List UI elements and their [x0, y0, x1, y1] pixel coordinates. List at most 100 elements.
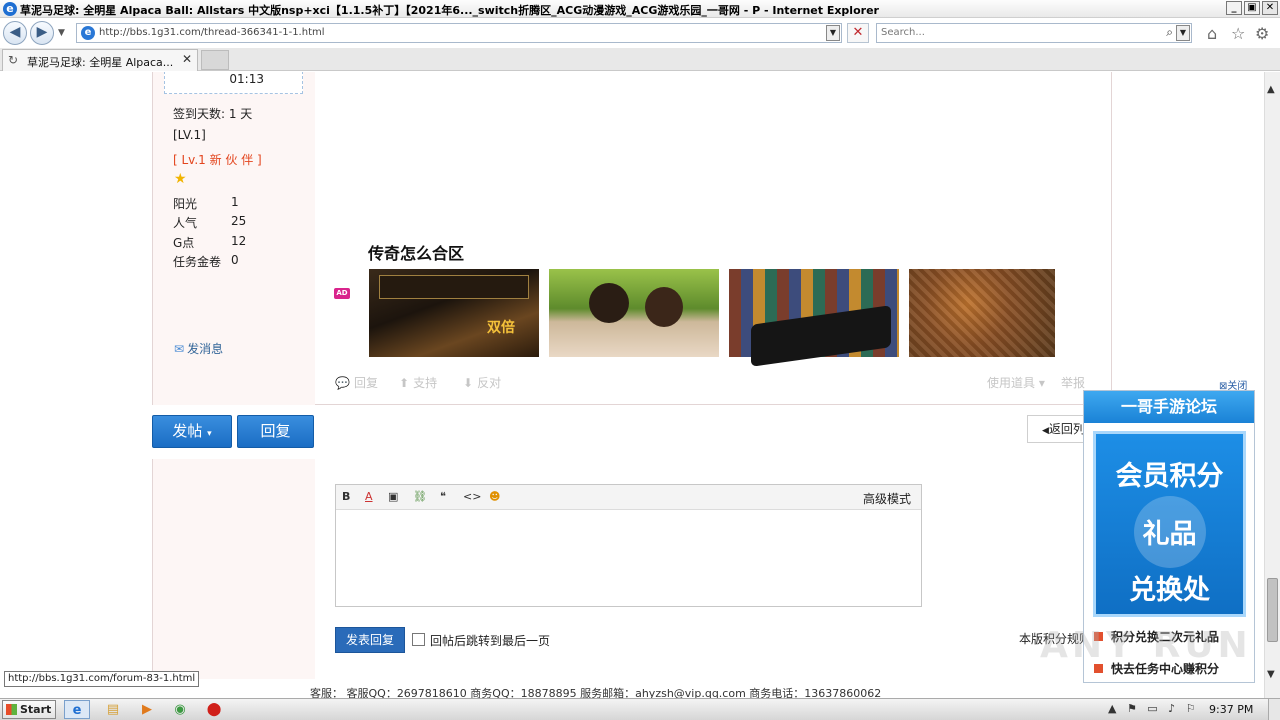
windows-taskbar: Start e ▤ ▶ ◉ ⬤ ▲ ⚑ ▭ ♪ ⚐ 9:37 PM — [0, 698, 1280, 720]
tab-label[interactable]: 草泥马足球: 全明星 Alpaca... — [27, 54, 173, 70]
reply-left-pane — [153, 459, 315, 679]
forward-button[interactable]: ▶ — [30, 21, 54, 45]
envelope-icon: ✉ — [174, 342, 185, 356]
float-ad-line1: 会员积分 — [1115, 461, 1224, 492]
float-ad-header[interactable]: 一哥手游论坛 — [1084, 391, 1254, 423]
jump-last-page-checkbox[interactable] — [412, 633, 425, 646]
stat-label-sunshine: 阳光 — [173, 197, 198, 211]
ad-title[interactable]: 传奇怎么合区 — [368, 240, 464, 264]
address-dropdown-icon[interactable]: ▼ — [826, 25, 840, 41]
ad-image-phone-apps[interactable] — [729, 269, 899, 367]
tab-current[interactable]: ↻ 草泥马足球: 全明星 Alpaca... ✕ — [2, 49, 198, 71]
stat-label-gpoints: G点 — [173, 236, 195, 250]
taskbar-opera-icon[interactable]: ⬤ — [201, 700, 227, 719]
user-info-pane: 01:13 签到天数: 1 天 [LV.1] [ Lv.1 新 伙 伴 ] ★ … — [153, 72, 315, 405]
quote-icon[interactable]: ❝ — [440, 490, 446, 503]
user-rank[interactable]: [ Lv.1 新 伙 伴 ] — [173, 151, 262, 168]
thumbs-up-icon: ⬆ — [399, 376, 410, 390]
taskbar-clock[interactable]: 9:37 PM — [1209, 703, 1253, 716]
page-viewport: 01:13 签到天数: 1 天 [LV.1] [ Lv.1 新 伙 伴 ] ★ … — [0, 72, 1264, 698]
show-desktop-button[interactable] — [1268, 699, 1280, 720]
ad-person-2 — [645, 287, 683, 327]
ad-battle-texture — [909, 269, 1055, 357]
history-dropdown-icon[interactable]: ▼ — [58, 28, 65, 38]
send-message-label[interactable]: 发消息 — [187, 342, 223, 356]
post-container: 01:13 签到天数: 1 天 [LV.1] [ Lv.1 新 伙 伴 ] ★ … — [152, 72, 1112, 405]
taskbar-explorer-icon[interactable]: ▤ — [100, 700, 126, 719]
search-dropdown-icon[interactable]: ▼ — [1176, 25, 1190, 41]
status-link-url: http://bbs.1g31.com/forum-83-1.html — [4, 671, 200, 687]
page-ie-icon: e — [81, 26, 95, 40]
smiley-icon[interactable]: ☻ — [489, 490, 500, 503]
address-bar-row: ◀ ▶ ▼ e http://bbs.1g31.com/thread-36634… — [0, 18, 1280, 48]
post-support-action[interactable]: ⬆ 支持 — [399, 374, 437, 391]
new-post-button[interactable]: 发帖 ▾ — [152, 415, 232, 448]
stat-value-sunshine: 1 — [231, 195, 239, 209]
online-time: 01:13 — [229, 72, 264, 86]
footer-contact: 客服： 客服QQ：2697818610 商务QQ：18878895 服务邮箱：a… — [310, 687, 882, 698]
scroll-thumb[interactable] — [1267, 578, 1278, 642]
search-field[interactable]: Search... ⌕ ▼ — [876, 23, 1192, 43]
scroll-up-icon[interactable]: ▲ — [1267, 84, 1275, 95]
restore-button[interactable]: ▣ — [1244, 1, 1260, 15]
submit-reply-button[interactable]: 发表回复 — [335, 627, 405, 653]
windows-flag-icon — [6, 704, 17, 715]
tab-close-icon[interactable]: ✕ — [182, 52, 192, 66]
system-tray-icons[interactable]: ▲ ⚑ ▭ ♪ ⚐ — [1108, 702, 1196, 715]
post-tools-action[interactable]: 使用道具 ▾ — [987, 374, 1045, 391]
code-icon[interactable]: <> — [463, 490, 481, 503]
loading-spinner-icon: ↻ — [8, 53, 19, 67]
ad-image-battle[interactable] — [909, 269, 1055, 357]
vertical-scrollbar[interactable]: ▲ ▼ — [1264, 72, 1280, 698]
editor-toolbar: B A ▣ ⛓ ❝ <> ☻ 高级模式 — [336, 485, 921, 510]
post-reply-action[interactable]: 💬 回复 — [335, 374, 378, 391]
new-tab-button[interactable] — [201, 50, 229, 70]
ad-image-game-1[interactable]: 双倍 — [369, 269, 539, 357]
advanced-mode-link[interactable]: 高级模式 — [863, 490, 911, 507]
tools-gear-icon[interactable]: ⚙ — [1255, 24, 1269, 43]
minimize-button[interactable]: _ — [1226, 1, 1242, 15]
ad-image-couple[interactable] — [549, 269, 719, 357]
float-ad-line2: 礼品 — [1142, 519, 1197, 550]
reply-button[interactable]: 回复 — [237, 415, 314, 448]
post-oppose-action[interactable]: ⬇ 反对 — [463, 374, 501, 391]
chevron-left-icon: ◀ — [1042, 426, 1049, 436]
start-button[interactable]: Start — [2, 700, 56, 719]
scroll-down-icon[interactable]: ▼ — [1267, 669, 1275, 680]
address-url[interactable]: http://bbs.1g31.com/thread-366341-1-1.ht… — [99, 27, 325, 38]
ad-person-1 — [589, 283, 629, 323]
ad-badge: AD — [334, 288, 350, 299]
thumbs-down-icon: ⬇ — [463, 376, 474, 390]
home-icon[interactable]: ⌂ — [1207, 24, 1217, 43]
link-icon[interactable]: ⛓ — [413, 490, 427, 503]
jump-last-page-label[interactable]: 回帖后跳转到最后一页 — [430, 632, 550, 649]
image-icon[interactable]: ▣ — [388, 490, 398, 503]
stat-value-gpoints: 12 — [231, 234, 247, 248]
reply-bubble-icon: 💬 — [335, 376, 350, 390]
quick-reply-box: B A ▣ ⛓ ❝ <> ☻ 高级模式 发表回复 回帖后跳转到最后一页 本版积分… — [152, 459, 1112, 679]
stop-button[interactable]: ✕ — [847, 23, 869, 43]
send-message-link[interactable]: ✉ 发消息 — [174, 340, 223, 357]
float-ad-banner[interactable]: 会员积分 礼品 兑换处 — [1093, 431, 1246, 617]
taskbar-media-player-icon[interactable]: ▶ — [134, 700, 160, 719]
post-report-action[interactable]: 举报 — [1061, 374, 1085, 391]
search-icon[interactable]: ⌕ — [1166, 25, 1173, 40]
address-field[interactable]: e http://bbs.1g31.com/thread-366341-1-1.… — [76, 23, 842, 43]
tab-strip: ↻ 草泥马足球: 全明星 Alpaca... ✕ — [0, 48, 1280, 71]
search-placeholder[interactable]: Search... — [881, 27, 925, 38]
reply-editor[interactable]: B A ▣ ⛓ ❝ <> ☻ 高级模式 — [335, 484, 922, 607]
user-level: [LV.1] — [173, 128, 206, 142]
taskbar-chrome-icon[interactable]: ◉ — [167, 700, 193, 719]
back-button[interactable]: ◀ — [3, 21, 27, 45]
stat-value-popularity: 25 — [231, 214, 247, 228]
bold-button[interactable]: B — [342, 490, 350, 503]
close-window-button[interactable]: ✕ — [1262, 1, 1278, 15]
font-color-icon[interactable]: A — [365, 490, 373, 503]
chevron-down-icon: ▾ — [207, 429, 212, 439]
ie-logo-icon: e — [3, 2, 17, 16]
stat-label-popularity: 人气 — [173, 216, 198, 230]
window-controls: _ ▣ ✕ — [1226, 1, 1278, 15]
taskbar-ie-icon[interactable]: e — [64, 700, 90, 719]
favorites-star-icon[interactable]: ☆ — [1231, 24, 1245, 43]
anyrun-watermark: ANY RUN — [1040, 625, 1252, 666]
